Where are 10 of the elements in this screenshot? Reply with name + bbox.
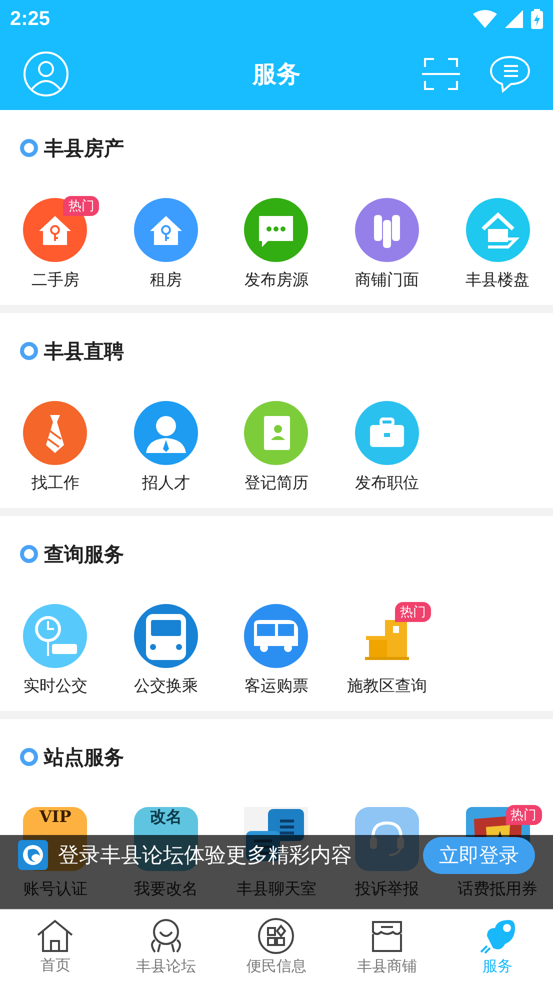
hot-badge: 热门: [63, 196, 100, 216]
section-title: 查询服务: [44, 540, 124, 568]
status-time: 2:25: [10, 8, 50, 30]
login-prompt: 登录丰县论坛体验更多精彩内容: [58, 842, 353, 869]
section-title: 丰县直聘: [44, 338, 124, 364]
hot-badge: 热门: [395, 602, 432, 622]
page-title: 服务: [252, 59, 300, 90]
section-title: 站点服务: [44, 744, 124, 770]
hot-badge: 热门: [506, 805, 542, 825]
section-title: 丰县房产: [44, 134, 124, 162]
